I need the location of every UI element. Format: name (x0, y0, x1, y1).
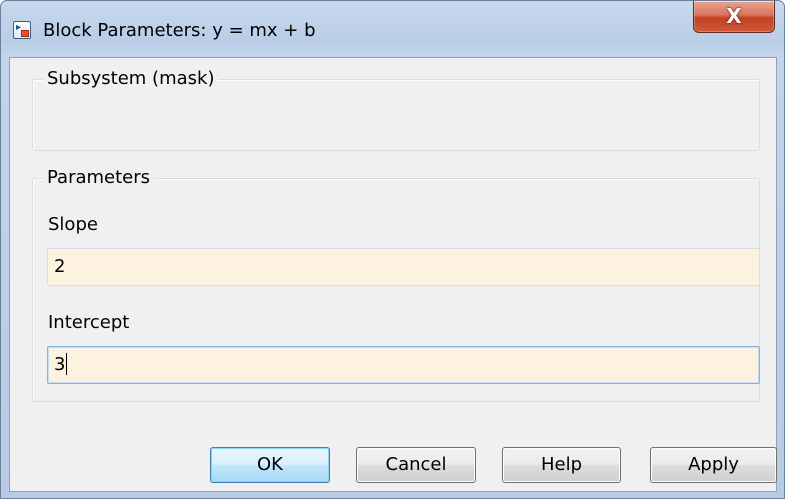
apply-button[interactable]: Apply (650, 447, 777, 483)
simulink-block-icon[interactable]: ▸ (13, 21, 31, 39)
subsystem-mask-group: Subsystem (mask) (32, 67, 760, 151)
close-button[interactable]: X (693, 1, 775, 33)
slope-field[interactable]: 2 (47, 248, 760, 286)
text-caret (66, 353, 68, 375)
parameters-legend: Parameters (43, 166, 155, 190)
intercept-field[interactable]: 3 (47, 346, 760, 384)
help-button[interactable]: Help (502, 447, 621, 483)
block-square-glyph (21, 30, 29, 37)
close-icon: X (726, 4, 742, 28)
intercept-value: 3 (54, 354, 66, 375)
ok-button[interactable]: OK (210, 447, 330, 483)
window-title: Block Parameters: y = mx + b (43, 20, 316, 41)
subsystem-mask-legend: Subsystem (mask) (43, 67, 219, 91)
title-bar[interactable]: ▸ Block Parameters: y = mx + b X (1, 1, 784, 57)
intercept-label: Intercept (48, 312, 130, 333)
dialog-client-area: Subsystem (mask) Parameters Slope 2 Inte… (9, 57, 777, 492)
slope-value: 2 (54, 256, 66, 277)
block-parameters-dialog: ▸ Block Parameters: y = mx + b X Subsyst… (0, 0, 785, 499)
slope-label: Slope (48, 214, 98, 235)
cancel-button[interactable]: Cancel (356, 447, 476, 483)
